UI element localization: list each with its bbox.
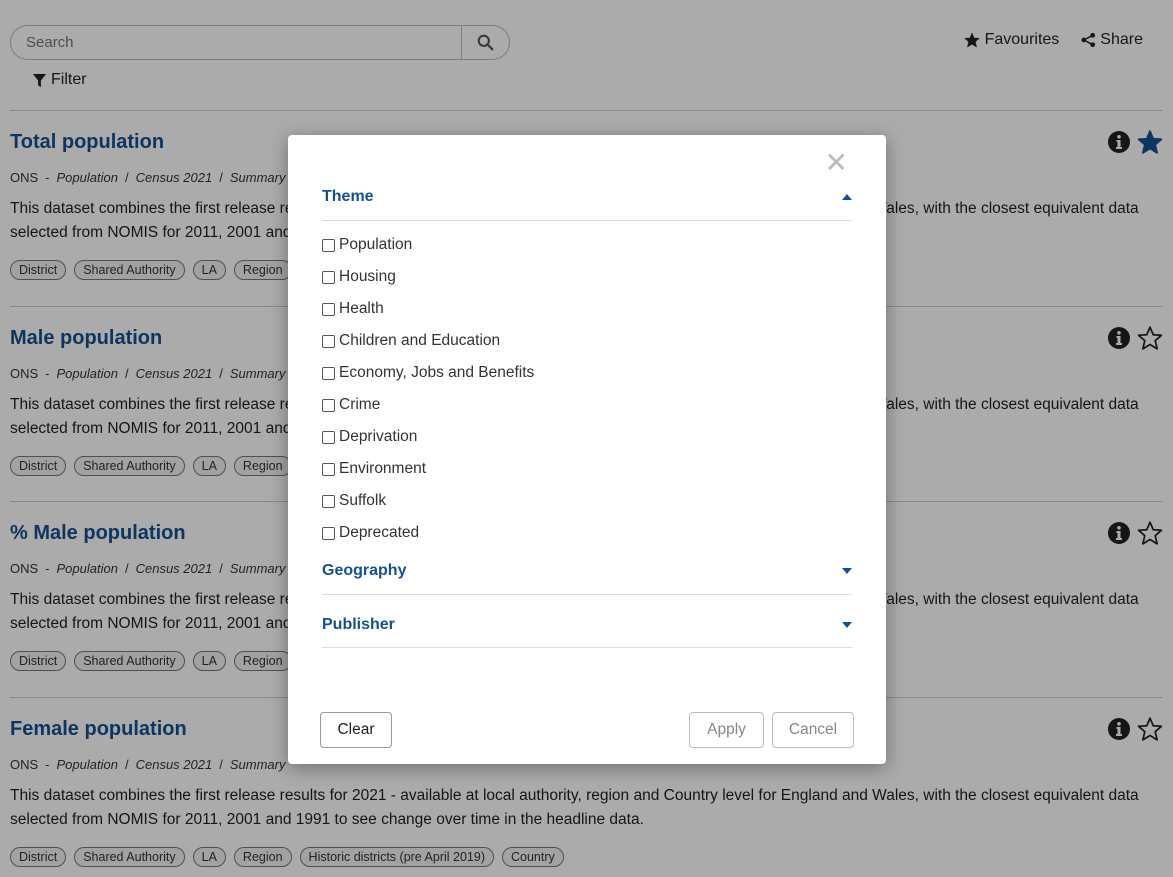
- theme-option-label: Health: [339, 300, 384, 317]
- filter-modal: ✕ Theme Population Housing Health Children …: [288, 135, 886, 764]
- theme-option[interactable]: Deprecated: [322, 517, 534, 549]
- theme-checkbox[interactable]: [322, 334, 335, 348]
- theme-option-label: Environment: [339, 460, 427, 477]
- theme-option-label: Housing: [339, 268, 396, 285]
- theme-option-label: Population: [339, 236, 413, 253]
- theme-options: Population Housing Health Children and Educ…: [322, 229, 534, 549]
- chevron-up-icon: [842, 194, 852, 200]
- theme-section-title: Theme: [322, 188, 374, 205]
- theme-option[interactable]: Suffolk: [322, 485, 534, 517]
- apply-button[interactable]: Apply: [689, 712, 764, 748]
- theme-section: Theme: [322, 180, 852, 221]
- theme-checkbox[interactable]: [322, 270, 335, 284]
- theme-checkbox[interactable]: [322, 398, 335, 412]
- geography-section: Geography: [322, 554, 852, 595]
- theme-option-label: Economy, Jobs and Benefits: [339, 364, 535, 381]
- geography-section-header[interactable]: Geography: [322, 554, 852, 588]
- publisher-section-title: Publisher: [322, 616, 395, 633]
- cancel-button[interactable]: Cancel: [772, 712, 854, 748]
- theme-option[interactable]: Environment: [322, 453, 534, 485]
- theme-section-header[interactable]: Theme: [322, 180, 852, 214]
- theme-option-label: Children and Education: [339, 332, 501, 349]
- theme-option-label: Deprivation: [339, 428, 418, 445]
- theme-option-label: Deprecated: [339, 524, 420, 541]
- theme-checkbox[interactable]: [322, 526, 335, 540]
- theme-option[interactable]: Housing: [322, 261, 534, 293]
- theme-checkbox[interactable]: [322, 494, 335, 508]
- theme-option[interactable]: Economy, Jobs and Benefits: [322, 357, 534, 389]
- theme-option-label: Suffolk: [339, 492, 387, 509]
- theme-checkbox[interactable]: [322, 366, 335, 380]
- theme-option[interactable]: Crime: [322, 389, 534, 421]
- theme-option[interactable]: Health: [322, 293, 534, 325]
- theme-option[interactable]: Deprivation: [322, 421, 534, 453]
- publisher-section: Publisher: [322, 608, 852, 648]
- theme-checkbox[interactable]: [322, 430, 335, 444]
- theme-checkbox[interactable]: [322, 462, 335, 476]
- theme-option[interactable]: Children and Education: [322, 325, 534, 357]
- chevron-down-icon: [842, 622, 852, 628]
- clear-button[interactable]: Clear: [320, 712, 392, 748]
- theme-checkbox[interactable]: [322, 238, 335, 252]
- theme-option[interactable]: Population: [322, 229, 534, 261]
- geography-section-title: Geography: [322, 562, 407, 579]
- close-icon[interactable]: ✕: [825, 149, 848, 177]
- chevron-down-icon: [842, 568, 852, 574]
- theme-checkbox[interactable]: [322, 302, 335, 316]
- publisher-section-header[interactable]: Publisher: [322, 608, 852, 642]
- theme-option-label: Crime: [339, 396, 381, 413]
